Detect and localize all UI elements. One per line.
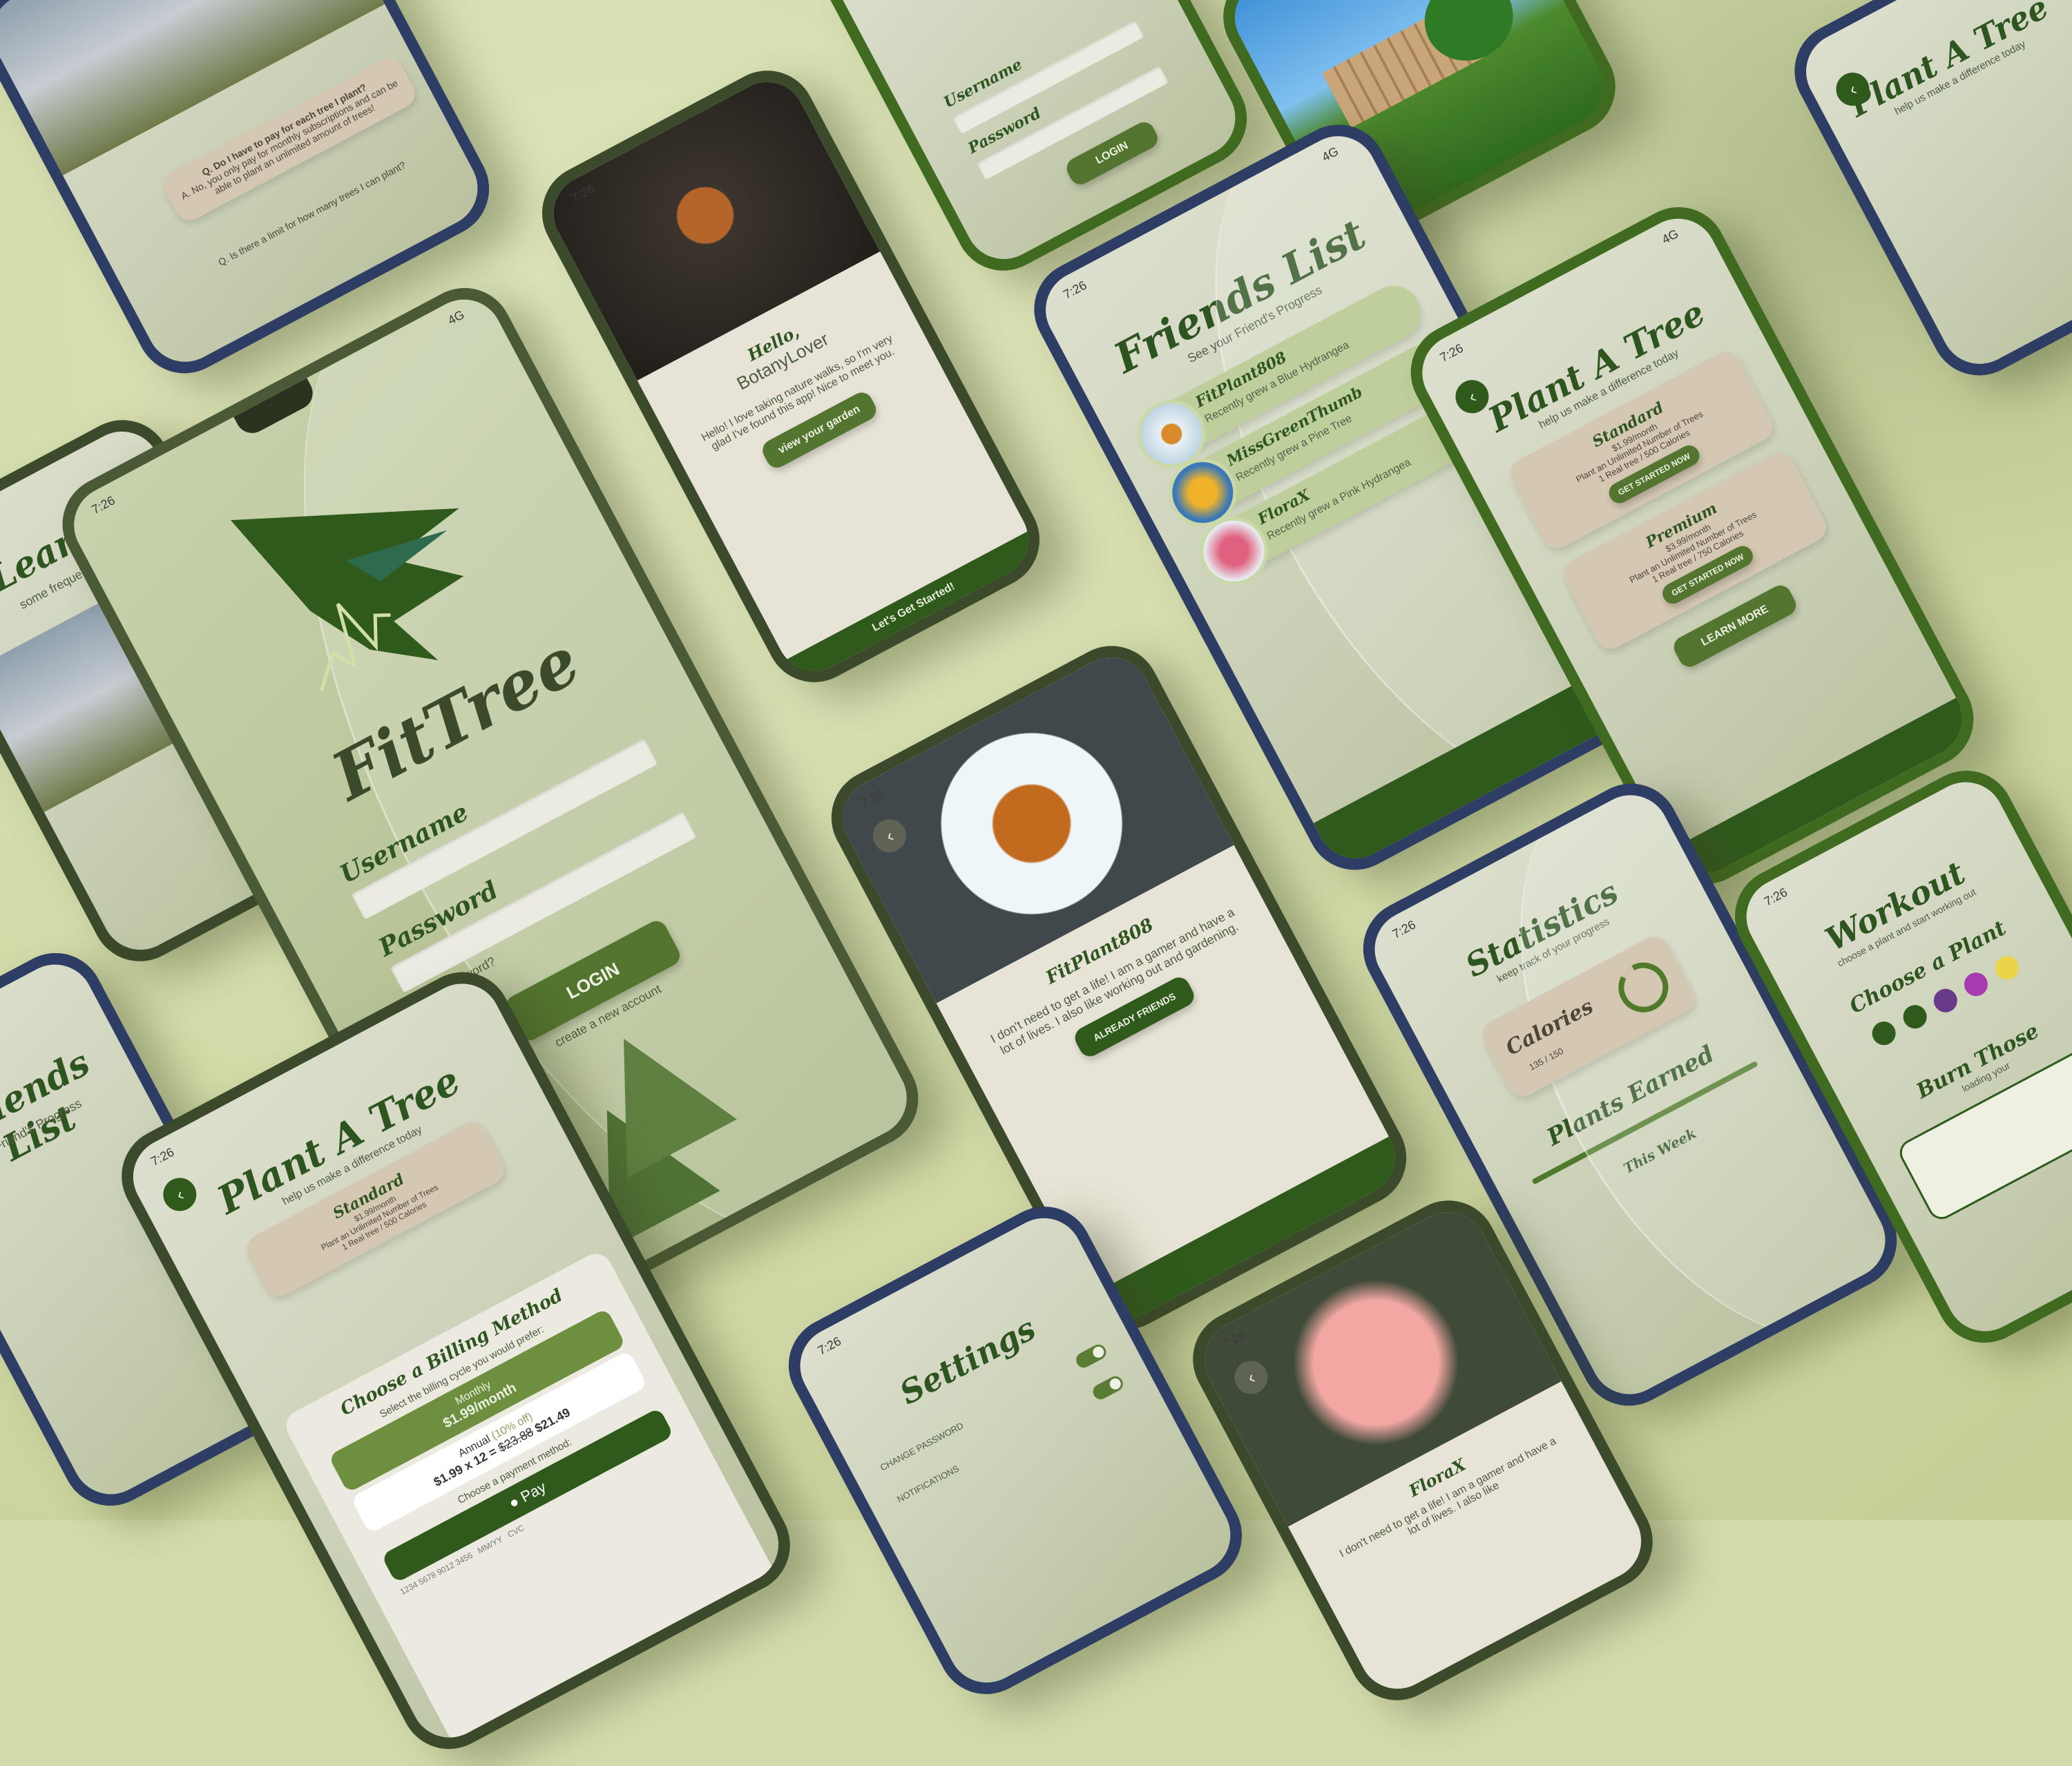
tulip-option-icon[interactable] (1929, 984, 1961, 1017)
plant-right-title: Plant A Tree (1843, 0, 2055, 124)
status-time-3: 7:26 (1061, 278, 1089, 302)
status-time: 7:26 (89, 493, 117, 517)
status-time-4: 7:26 (1437, 340, 1466, 365)
status-time-7: 7:26 (1761, 885, 1790, 909)
status-time-9: 7:26 (815, 1334, 844, 1358)
hydrangea-option-icon[interactable] (1899, 1001, 1931, 1033)
notifications-label: NOTIFICATIONS (895, 1463, 961, 1504)
status-time-6: 7:26 (1390, 917, 1418, 941)
status-network-4: 4G (1659, 227, 1681, 247)
status-time-8: 7:26 (148, 1144, 177, 1169)
pine-option-icon[interactable] (1868, 1017, 1900, 1050)
calories-ring (1618, 962, 1669, 1012)
cvc-field[interactable]: CVC (506, 1523, 526, 1539)
change-password-toggle[interactable] (1073, 1341, 1109, 1371)
notifications-toggle[interactable] (1090, 1373, 1126, 1402)
sunflower-option-icon[interactable] (1991, 952, 2023, 984)
pay-label: Pay (517, 1478, 549, 1506)
flower-option-icon[interactable] (1960, 968, 1993, 1001)
faq-answer: A. No, you only pay for monthly subscrip… (179, 77, 400, 202)
